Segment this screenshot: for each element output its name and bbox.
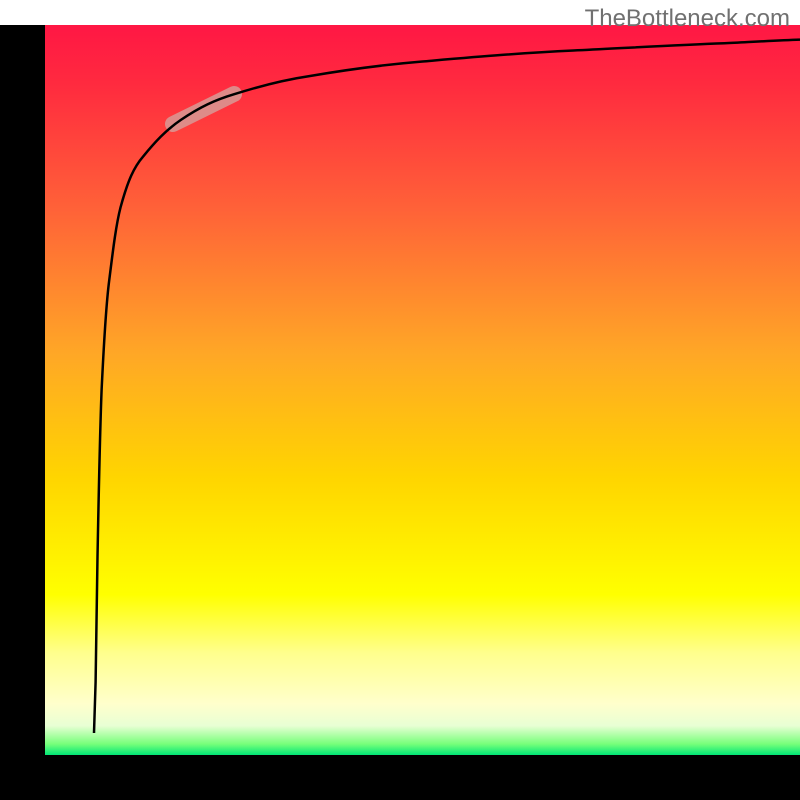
x-axis-border [0,755,800,800]
plot-background [45,25,800,755]
chart-container: TheBottleneck.com [0,0,800,800]
watermark-text: TheBottleneck.com [585,5,790,33]
chart-svg [0,0,800,800]
y-axis-border [0,25,45,755]
